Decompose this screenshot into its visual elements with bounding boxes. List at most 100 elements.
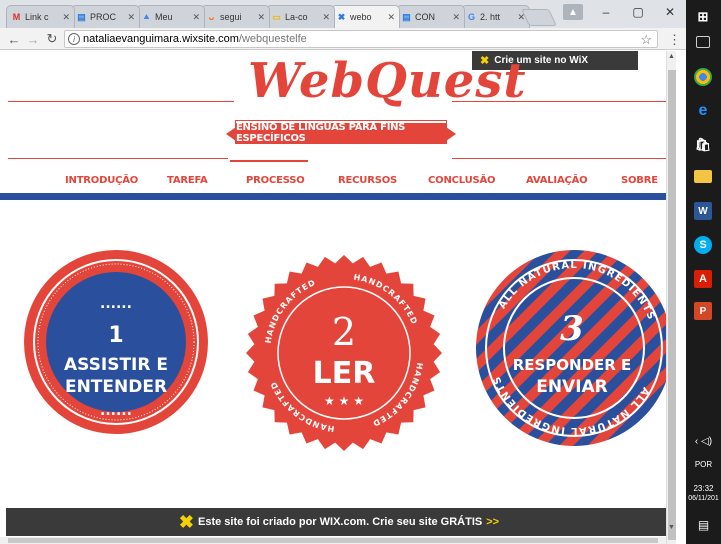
bookmark-star-icon[interactable]: ☆ <box>640 32 652 48</box>
badge-1-line1: ASSISTIR E <box>64 355 168 375</box>
scroll-up-icon[interactable]: ▲ <box>668 53 675 60</box>
badge-1-number: 1 <box>108 323 123 348</box>
nav-active-indicator <box>230 160 308 162</box>
nav-item-recursos[interactable]: RECURSOS <box>338 175 397 186</box>
step-badge-2[interactable]: HANDCRAFTED HANDCRAFTED HANDCRAFTED HAND… <box>244 253 444 453</box>
browser-tab[interactable]: ▤ CON ✕ <box>396 5 465 28</box>
minimize-button[interactable]: – <box>590 0 622 24</box>
badge-3-line1: RESPONDER E <box>513 356 632 374</box>
drive-icon: ⯅ <box>142 11 151 22</box>
badge-2-stars: ★ ★ ★ <box>324 394 364 408</box>
tab-close-icon[interactable]: ✕ <box>322 12 330 23</box>
wix-logo-icon: ✖ <box>178 511 194 532</box>
tab-title: PROC <box>90 12 117 22</box>
tab-close-icon[interactable]: ✕ <box>127 12 135 23</box>
wix-page-icon: ▤ <box>402 11 411 22</box>
horizontal-scrollbar-thumb[interactable] <box>8 538 658 543</box>
vertical-scrollbar[interactable]: ▲ ▼ <box>666 51 676 544</box>
badge-1-dots: ...... <box>100 296 132 312</box>
tab-title: Link c <box>25 12 49 22</box>
browser-menu-icon[interactable]: ⋮ <box>668 32 681 48</box>
gmail-icon: M <box>12 12 21 22</box>
wix-bottom-banner-text: Este site foi criado por WIX.com. Crie s… <box>198 516 483 528</box>
back-arrow-icon[interactable]: ← <box>6 31 22 47</box>
browser-tab[interactable]: M Link c ✕ <box>6 5 75 28</box>
input-language[interactable]: POR <box>686 460 721 469</box>
nav-item-tarefa[interactable]: TAREFA <box>167 175 208 186</box>
windows-taskbar: ⊞ e 🛍 W S A P ‹ ◁) POR 23:32 06/11/201 ▤ <box>686 0 721 544</box>
scrollbar-thumb[interactable] <box>668 70 676 540</box>
subtitle-ribbon: ENSINO DE LÍNGUAS PARA FINS ESPECÍFICOS <box>226 120 456 144</box>
nav-item-processo[interactable]: PROCESSO <box>246 175 305 186</box>
decor-line <box>452 158 666 159</box>
badge-2-number: 2 <box>332 310 356 354</box>
google-icon: G <box>467 12 475 22</box>
tab-title: Meu <box>155 12 173 22</box>
badge-1-line2: ENTENDER <box>65 377 167 397</box>
windows-start-icon[interactable]: ⊞ <box>694 8 712 26</box>
url-host: nataliaevanguimara.wixsite.com <box>83 33 239 45</box>
maximize-button[interactable]: ▢ <box>622 0 654 24</box>
nav-item-conclusao[interactable]: CONCLUSÃO <box>428 175 496 186</box>
powerpoint-icon[interactable]: P <box>694 302 712 320</box>
webquest-logo[interactable]: WebQuest <box>248 53 526 109</box>
wix-x-icon: ✖ <box>337 11 346 22</box>
url-input[interactable]: i nataliaevanguimara.wixsite.com/webques… <box>64 30 658 48</box>
tray-sound-icon[interactable]: ‹ ◁) <box>686 436 721 447</box>
badge-2-line1: LER <box>313 356 376 391</box>
clock-date[interactable]: 06/11/201 <box>686 495 721 502</box>
tab-title: webo <box>350 12 372 22</box>
tab-close-icon[interactable]: ✕ <box>452 12 460 23</box>
wix-bottom-banner-arrow: >> <box>486 516 500 528</box>
chrome-icon[interactable] <box>694 68 712 86</box>
browser-tab[interactable]: G 2. htt ✕ <box>461 5 530 28</box>
task-view-icon[interactable] <box>696 36 710 48</box>
horizontal-scrollbar[interactable] <box>0 537 666 544</box>
user-profile-icon[interactable]: ▲ <box>563 4 583 20</box>
tab-title: segui <box>220 12 242 22</box>
browser-tab[interactable]: ⯅ Meu ✕ <box>136 5 205 28</box>
skype-icon[interactable]: S <box>694 236 712 254</box>
decor-line <box>8 101 234 102</box>
browser-tab[interactable]: ✖ webo ✕ <box>331 5 400 28</box>
tab-title: CON <box>415 12 435 22</box>
tab-close-icon[interactable]: ✕ <box>62 12 70 23</box>
tab-title: 2. htt <box>480 12 501 22</box>
nav-item-sobre[interactable]: SOBRE <box>621 175 658 186</box>
clock-time[interactable]: 23:32 <box>686 484 721 493</box>
badge-3-number: 3 <box>560 309 584 349</box>
tab-close-icon[interactable]: ✕ <box>192 12 200 23</box>
nav-item-introducao[interactable]: INTRODUÇÃO <box>65 175 138 186</box>
store-icon[interactable]: 🛍 <box>694 136 712 154</box>
file-explorer-icon[interactable] <box>694 170 712 183</box>
orange-u-icon: ᴗ <box>208 12 215 22</box>
word-icon[interactable]: W <box>694 202 712 220</box>
tab-close-icon[interactable]: ✕ <box>387 12 395 23</box>
step-badge-3[interactable]: ALL NATURAL INGREDIENTS ALL NATURAL INGR… <box>474 248 668 448</box>
wix-free-site-banner[interactable]: ✖ Este site foi criado por WIX.com. Crie… <box>6 508 672 536</box>
site-info-icon[interactable]: i <box>68 33 80 45</box>
scroll-down-icon[interactable]: ▼ <box>668 524 675 531</box>
nav-item-avaliacao[interactable]: AVALIAÇÃO <box>526 175 588 186</box>
webpage: ✖ Crie um site no WiX WebQuest ENSINO DE… <box>0 51 676 544</box>
reload-icon[interactable]: ↻ <box>44 31 60 47</box>
browser-window: G 2. htt ✕ ▤ CON ✕ ✖ webo ✕ ▭ La-co ✕ ᴗ segui ✕ ⯅ Meu ✕ ▤ P… <box>0 0 686 544</box>
browser-tab[interactable]: ▭ La-co ✕ <box>266 5 335 28</box>
tab-title: La-co <box>285 12 308 22</box>
tab-strip: G 2. htt ✕ ▤ CON ✕ ✖ webo ✕ ▭ La-co ✕ ᴗ segui ✕ ⯅ Meu ✕ ▤ P… <box>0 0 686 28</box>
step-badge-1[interactable]: ...... 1 ASSISTIR E ENTENDER ...... <box>24 250 208 434</box>
wix-page-icon: ▤ <box>77 11 86 22</box>
header-divider-bar <box>0 193 666 200</box>
acrobat-icon[interactable]: A <box>694 270 712 288</box>
edge-icon[interactable]: e <box>694 102 712 120</box>
browser-tab[interactable]: ▤ PROC ✕ <box>71 5 140 28</box>
main-nav: INTRODUÇÃO TAREFA PROCESSO RECURSOS CONC… <box>0 163 676 193</box>
close-window-button[interactable]: ✕ <box>654 0 686 24</box>
notifications-icon[interactable]: ▤ <box>686 518 721 532</box>
address-toolbar: ← → ↻ i nataliaevanguimara.wixsite.com/w… <box>0 28 686 50</box>
folder-icon: ▭ <box>272 11 281 22</box>
tab-close-icon[interactable]: ✕ <box>257 12 265 23</box>
forward-arrow-icon[interactable]: → <box>25 31 41 47</box>
browser-tab[interactable]: ᴗ segui ✕ <box>201 5 270 28</box>
decor-line <box>8 158 228 159</box>
